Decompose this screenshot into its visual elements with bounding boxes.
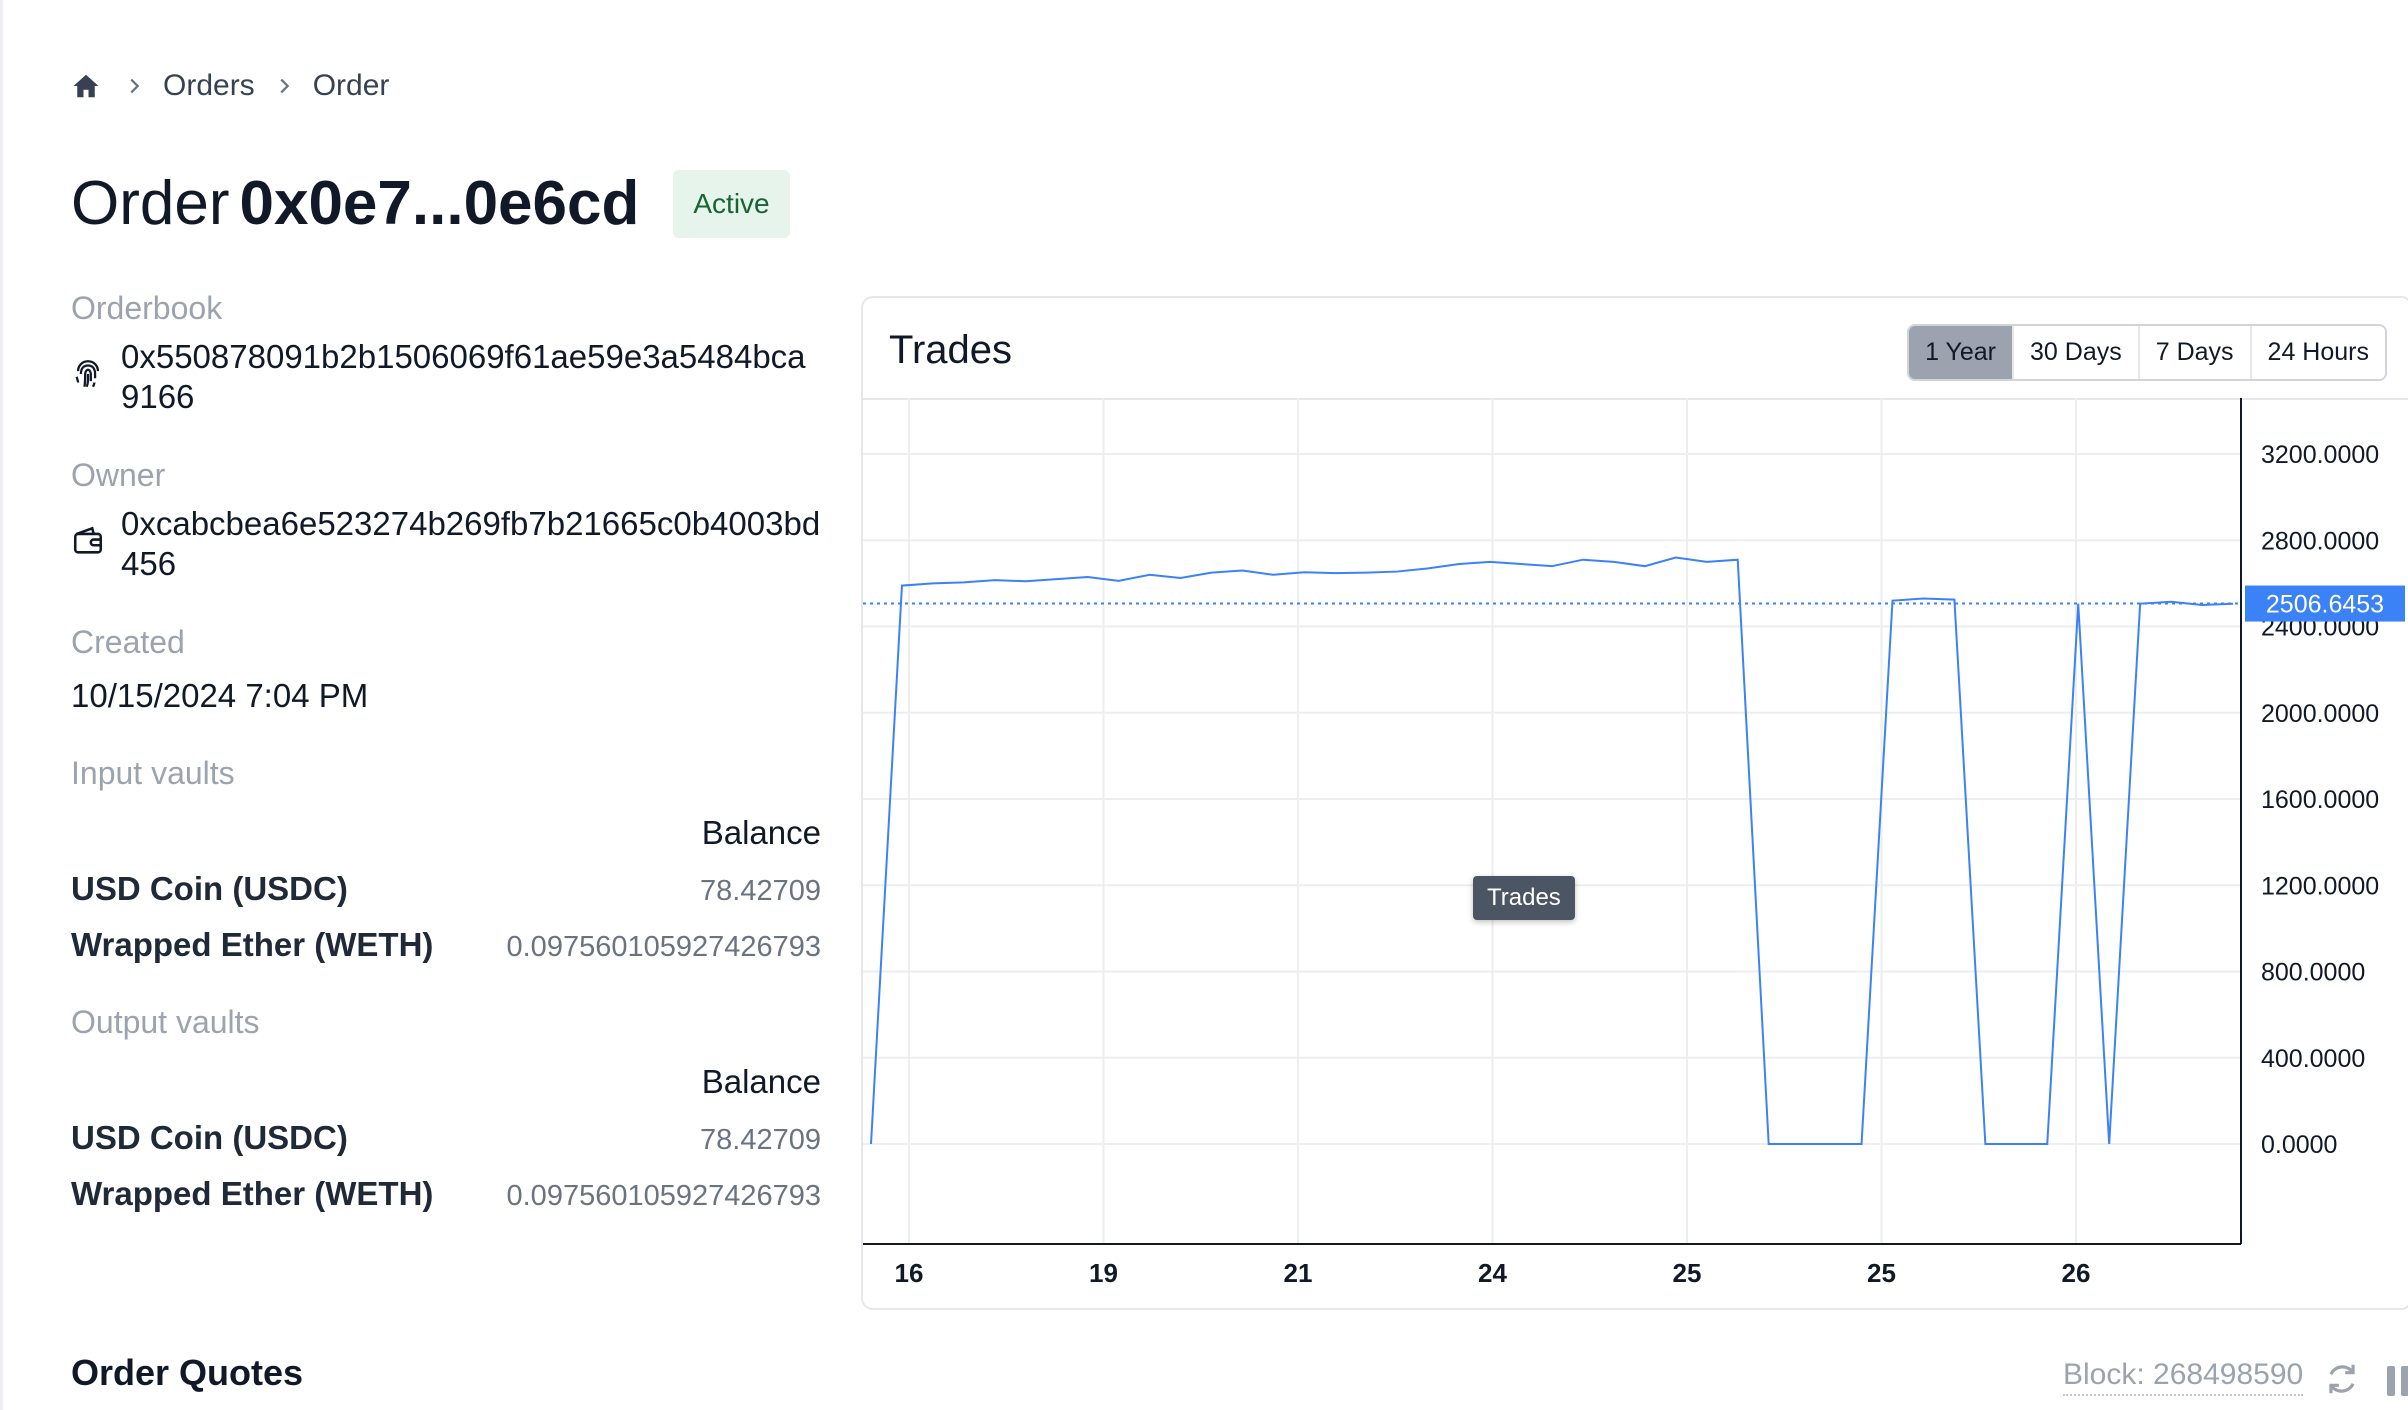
- vault-token-name: USD Coin (USDC): [71, 870, 348, 907]
- input-vaults-balance-header: Balance: [701, 814, 821, 851]
- chart-tooltip: Trades: [1473, 876, 1575, 920]
- vault-token-name: USD Coin (USDC): [71, 1119, 348, 1156]
- page-title: Order 0x0e7...0e6cd: [71, 168, 639, 239]
- vault-balance: 78.42709: [700, 1124, 821, 1156]
- y-tick-label: 3200.0000: [2261, 441, 2379, 469]
- current-price-label: 2506.6453: [2266, 591, 2384, 619]
- y-tick-label: 2000.0000: [2261, 700, 2379, 728]
- vault-token-name: Wrapped Ether (WETH): [71, 926, 434, 963]
- y-tick-label: 800.0000: [2261, 959, 2365, 987]
- range-7-days-button[interactable]: 7 Days: [2137, 326, 2250, 379]
- breadcrumb-order-current: Order: [312, 69, 390, 102]
- y-tick-label: 1200.0000: [2261, 872, 2379, 900]
- created-label: Created: [71, 624, 185, 660]
- x-tick-label: 25: [1673, 1258, 1702, 1288]
- order-hash[interactable]: 0x0e7...0e6cd: [239, 169, 639, 238]
- orderbook-label: Orderbook: [71, 290, 223, 326]
- output-vaults-label: Output vaults: [71, 1004, 260, 1040]
- input-vaults-label: Input vaults: [71, 755, 235, 791]
- vault-balance: 78.42709: [700, 875, 821, 907]
- output-vaults-balance-header: Balance: [701, 1063, 821, 1100]
- owner-label: Owner: [71, 457, 166, 493]
- trades-series-line: [870, 556, 2234, 1145]
- block-number: Block: 268498590: [2063, 1358, 2304, 1396]
- input-vault-row[interactable]: Wrapped Ether (WETH) 0.09756010592742679…: [71, 926, 821, 964]
- trades-line-chart[interactable]: 0.0000 400.0000 800.0000 1200.0000 1600.0000…: [863, 398, 2407, 1304]
- home-icon[interactable]: [71, 69, 105, 103]
- pause-icon[interactable]: [2385, 1362, 2408, 1398]
- trades-chart-title: Trades: [889, 328, 1013, 372]
- vault-token-name: Wrapped Ether (WETH): [71, 1175, 434, 1212]
- input-vault-row[interactable]: USD Coin (USDC) 78.42709: [71, 870, 821, 908]
- order-quotes-heading: Order Quotes: [71, 1352, 304, 1393]
- status-badge: Active: [673, 169, 790, 238]
- created-value: 10/15/2024 7:04 PM: [71, 677, 369, 714]
- refresh-icon[interactable]: [2323, 1360, 2361, 1398]
- x-tick-label: 19: [1089, 1258, 1118, 1288]
- output-vault-row[interactable]: USD Coin (USDC) 78.42709: [71, 1119, 821, 1157]
- range-1-year-button[interactable]: 1 Year: [1909, 326, 2013, 379]
- range-24-hours-button[interactable]: 24 Hours: [2249, 326, 2385, 379]
- breadcrumb-orders-link[interactable]: Orders: [163, 69, 255, 103]
- y-tick-label: 0.0000: [2261, 1131, 2337, 1159]
- owner-address[interactable]: 0xcabcbea6e523274b269fb7b21665c0b4003bd4…: [121, 504, 821, 584]
- y-tick-label: 1600.0000: [2261, 786, 2379, 814]
- y-tick-label: 2800.0000: [2261, 527, 2379, 555]
- breadcrumb: Orders Order: [71, 66, 389, 106]
- vault-balance: 0.097560105927426793: [506, 1180, 822, 1212]
- x-tick-label: 16: [895, 1258, 924, 1288]
- range-30-days-button[interactable]: 30 Days: [2012, 326, 2138, 379]
- x-tick-label: 21: [1284, 1258, 1313, 1288]
- output-vault-row[interactable]: Wrapped Ether (WETH) 0.09756010592742679…: [71, 1175, 821, 1213]
- order-detail-page: Orders Order Order 0x0e7...0e6cd Active O…: [0, 0, 2408, 1410]
- page-title-row: Order 0x0e7...0e6cd Active: [71, 168, 790, 239]
- y-tick-label: 400.0000: [2261, 1045, 2365, 1073]
- x-tick-label: 26: [2062, 1258, 2091, 1288]
- x-tick-label: 25: [1867, 1258, 1896, 1288]
- fingerprint-icon: [71, 357, 105, 391]
- wallet-icon: [71, 524, 105, 558]
- trades-chart-card: Trades 1 Year 30 Days 7 Days 24 Hours 0.…: [861, 296, 2408, 1310]
- x-tick-label: 24: [1478, 1258, 1507, 1288]
- chevron-right-icon: [123, 75, 145, 97]
- chevron-right-icon: [273, 75, 295, 97]
- order-details: Orderbook 0x550878091b2b1506069f61ae59e3…: [71, 290, 821, 1213]
- page-title-prefix: Order: [71, 169, 230, 238]
- time-range-selector: 1 Year 30 Days 7 Days 24 Hours: [1907, 324, 2387, 381]
- vault-balance: 0.097560105927426793: [506, 931, 822, 963]
- orderbook-address[interactable]: 0x550878091b2b1506069f61ae59e3a5484bca91…: [121, 337, 821, 417]
